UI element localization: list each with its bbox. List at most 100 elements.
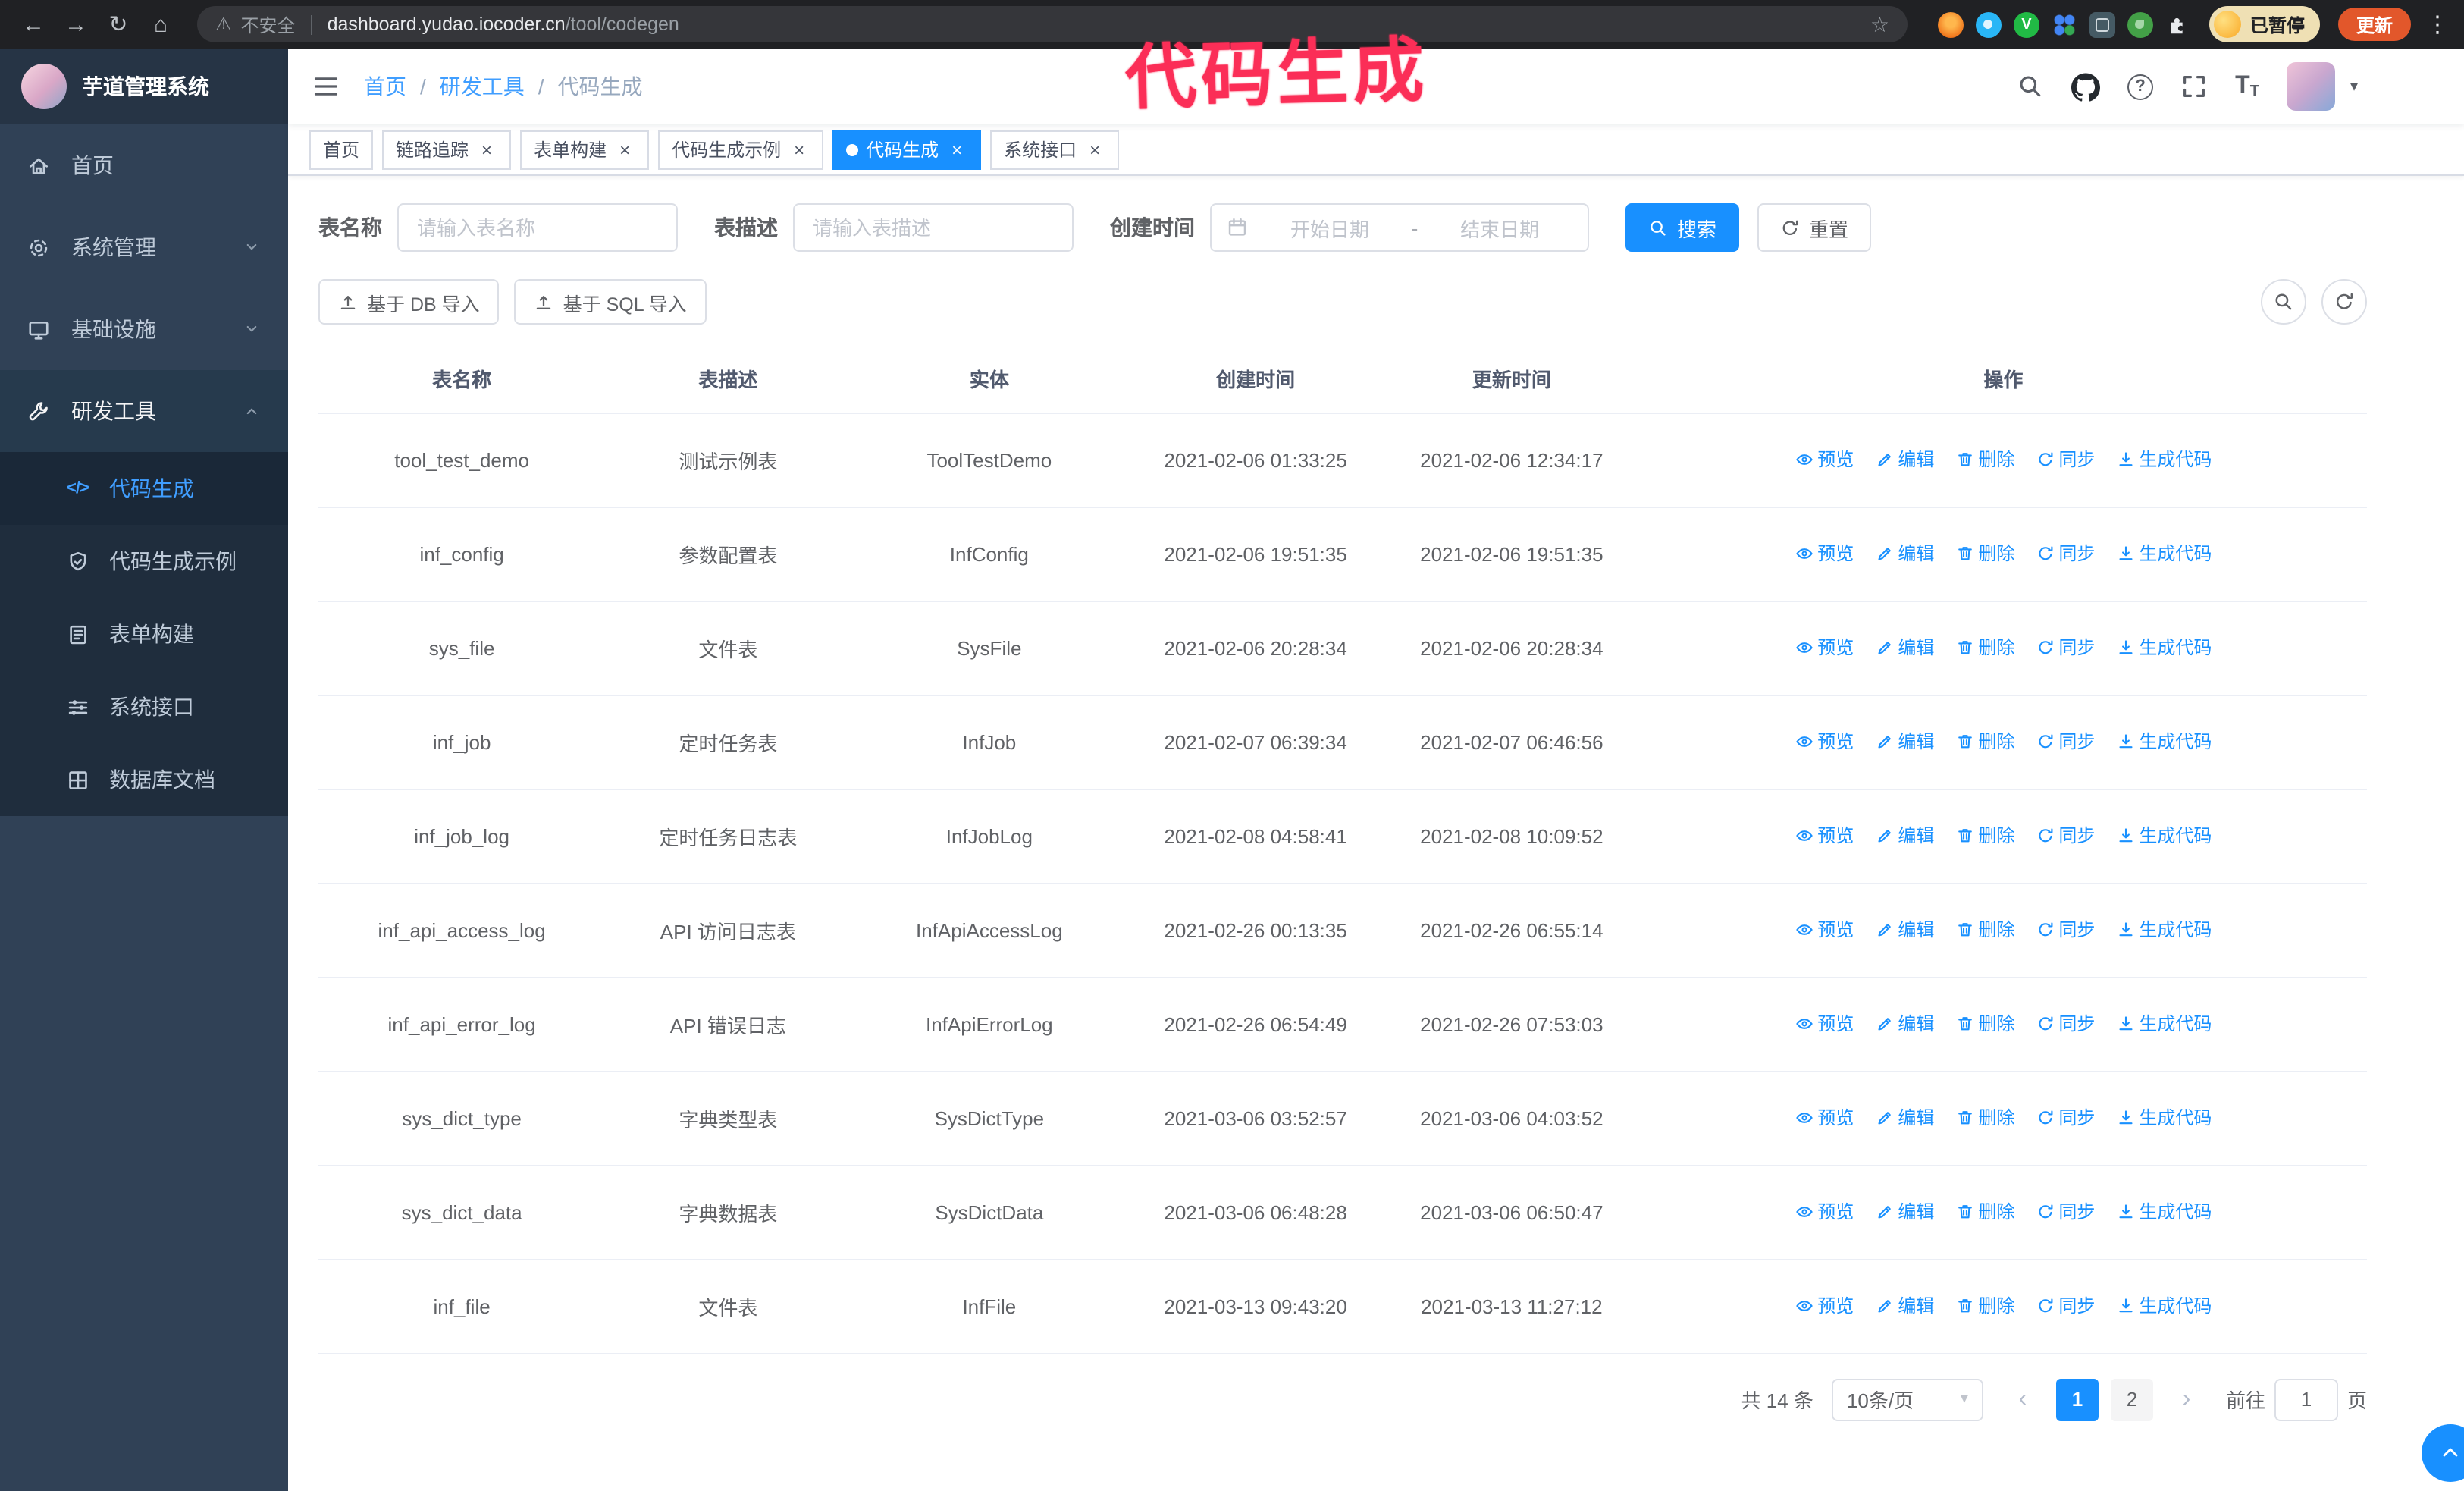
url-bar[interactable]: ⚠ 不安全 dashboard.yudao.iocoder.cn/tool/co…: [197, 6, 1908, 42]
search-icon[interactable]: [2017, 73, 2044, 100]
date-range-picker[interactable]: 开始日期 - 结束日期: [1210, 203, 1589, 252]
browser-menu-icon[interactable]: ⋮: [2426, 11, 2449, 38]
breadcrumb-item[interactable]: 首页: [364, 71, 406, 102]
action-edit-link[interactable]: 编辑: [1875, 635, 1934, 661]
action-generate-code-link[interactable]: 生成代码: [2116, 823, 2212, 849]
action-delete-link[interactable]: 删除: [1955, 1199, 2014, 1225]
action-preview-link[interactable]: 预览: [1795, 1011, 1854, 1037]
extension-icon[interactable]: V: [2013, 11, 2039, 37]
sidebar-item-monitor[interactable]: 基础设施: [0, 288, 288, 370]
action-delete-link[interactable]: 删除: [1955, 729, 2014, 755]
action-generate-code-link[interactable]: 生成代码: [2116, 729, 2212, 755]
reload-icon[interactable]: ↻: [100, 6, 136, 42]
tab-首页[interactable]: 首页: [309, 130, 374, 169]
action-edit-link[interactable]: 编辑: [1875, 1293, 1934, 1319]
update-button[interactable]: 更新: [2337, 8, 2411, 41]
search-button[interactable]: 搜索: [1625, 203, 1740, 252]
action-sync-link[interactable]: 同步: [2036, 1293, 2095, 1319]
github-icon[interactable]: [2071, 72, 2101, 101]
action-delete-link[interactable]: 删除: [1955, 541, 2014, 567]
date-start-input[interactable]: 开始日期: [1257, 213, 1403, 242]
extension-icon[interactable]: [2051, 11, 2077, 37]
close-icon[interactable]: ×: [946, 139, 967, 160]
action-sync-link[interactable]: 同步: [2036, 447, 2095, 472]
import-sql-button[interactable]: 基于 SQL 导入: [514, 279, 707, 325]
close-icon[interactable]: ×: [476, 139, 497, 160]
action-sync-link[interactable]: 同步: [2036, 1199, 2095, 1225]
page-number-button[interactable]: 2: [2110, 1378, 2153, 1420]
action-preview-link[interactable]: 预览: [1795, 917, 1854, 943]
sidebar-subitem-code[interactable]: </> 代码生成: [0, 452, 288, 525]
prev-page-button[interactable]: ‹: [2002, 1378, 2044, 1420]
close-icon[interactable]: ×: [614, 139, 635, 160]
fullscreen-icon[interactable]: [2180, 73, 2208, 100]
font-size-icon[interactable]: TT: [2235, 73, 2259, 100]
logo-bar[interactable]: 芋道管理系统: [0, 49, 288, 124]
page-number-button[interactable]: 1: [2055, 1378, 2099, 1420]
page-size-select[interactable]: 10条/页 ▾: [1831, 1378, 1983, 1420]
action-edit-link[interactable]: 编辑: [1875, 1011, 1934, 1037]
sidebar-subitem-form[interactable]: 表单构建: [0, 598, 288, 670]
action-sync-link[interactable]: 同步: [2036, 1105, 2095, 1131]
action-sync-link[interactable]: 同步: [2036, 823, 2095, 849]
action-generate-code-link[interactable]: 生成代码: [2116, 447, 2212, 472]
action-preview-link[interactable]: 预览: [1795, 447, 1854, 472]
tab-代码生成[interactable]: 代码生成 ×: [832, 130, 982, 169]
sidebar-item-gear[interactable]: 系统管理: [0, 206, 288, 288]
action-preview-link[interactable]: 预览: [1795, 1105, 1854, 1131]
user-avatar[interactable]: [2286, 62, 2335, 111]
reset-button[interactable]: 重置: [1757, 203, 1872, 252]
extension-icon[interactable]: [2127, 11, 2153, 37]
import-db-button[interactable]: 基于 DB 导入: [318, 279, 500, 325]
sidebar-subitem-grid[interactable]: 数据库文档: [0, 743, 288, 816]
home-icon[interactable]: ⌂: [143, 6, 179, 42]
tab-表单构建[interactable]: 表单构建 ×: [520, 130, 650, 169]
action-preview-link[interactable]: 预览: [1795, 1293, 1854, 1319]
extensions-puzzle-icon[interactable]: [2165, 11, 2191, 37]
action-edit-link[interactable]: 编辑: [1875, 1199, 1934, 1225]
action-delete-link[interactable]: 删除: [1955, 1105, 2014, 1131]
action-preview-link[interactable]: 预览: [1795, 823, 1854, 849]
action-preview-link[interactable]: 预览: [1795, 541, 1854, 567]
sidebar-item-wrench[interactable]: 研发工具: [0, 370, 288, 452]
next-page-button[interactable]: ›: [2165, 1378, 2208, 1420]
action-sync-link[interactable]: 同步: [2036, 917, 2095, 943]
action-generate-code-link[interactable]: 生成代码: [2116, 917, 2212, 943]
action-delete-link[interactable]: 删除: [1955, 823, 2014, 849]
action-preview-link[interactable]: 预览: [1795, 1199, 1854, 1225]
action-delete-link[interactable]: 删除: [1955, 635, 2014, 661]
profile-paused-chip[interactable]: 已暂停: [2209, 6, 2320, 42]
action-delete-link[interactable]: 删除: [1955, 917, 2014, 943]
action-generate-code-link[interactable]: 生成代码: [2116, 541, 2212, 567]
action-sync-link[interactable]: 同步: [2036, 1011, 2095, 1037]
action-generate-code-link[interactable]: 生成代码: [2116, 1199, 2212, 1225]
action-generate-code-link[interactable]: 生成代码: [2116, 1293, 2212, 1319]
table-desc-input[interactable]: [793, 203, 1074, 252]
action-generate-code-link[interactable]: 生成代码: [2116, 635, 2212, 661]
action-edit-link[interactable]: 编辑: [1875, 917, 1934, 943]
action-preview-link[interactable]: 预览: [1795, 635, 1854, 661]
bookmark-star-icon[interactable]: ☆: [1870, 11, 1889, 37]
back-icon[interactable]: ←: [15, 6, 52, 42]
extension-icon[interactable]: [2089, 11, 2115, 37]
action-generate-code-link[interactable]: 生成代码: [2116, 1105, 2212, 1131]
action-delete-link[interactable]: 删除: [1955, 1293, 2014, 1319]
sidebar-subitem-shield[interactable]: 代码生成示例: [0, 525, 288, 598]
action-generate-code-link[interactable]: 生成代码: [2116, 1011, 2212, 1037]
date-end-input[interactable]: 结束日期: [1427, 213, 1572, 242]
refresh-table-button[interactable]: [2321, 279, 2367, 325]
hamburger-icon[interactable]: [312, 73, 340, 100]
action-edit-link[interactable]: 编辑: [1875, 447, 1934, 472]
extension-icon[interactable]: [1975, 11, 2002, 37]
sidebar-subitem-sliders[interactable]: 系统接口: [0, 670, 288, 743]
sidebar-item-home[interactable]: 首页: [0, 124, 288, 206]
action-edit-link[interactable]: 编辑: [1875, 1105, 1934, 1131]
forward-icon[interactable]: →: [58, 6, 94, 42]
action-sync-link[interactable]: 同步: [2036, 541, 2095, 567]
action-sync-link[interactable]: 同步: [2036, 635, 2095, 661]
action-sync-link[interactable]: 同步: [2036, 729, 2095, 755]
action-delete-link[interactable]: 删除: [1955, 1011, 2014, 1037]
help-icon[interactable]: ?: [2127, 74, 2154, 99]
action-preview-link[interactable]: 预览: [1795, 729, 1854, 755]
breadcrumb-item[interactable]: 研发工具: [440, 71, 525, 102]
